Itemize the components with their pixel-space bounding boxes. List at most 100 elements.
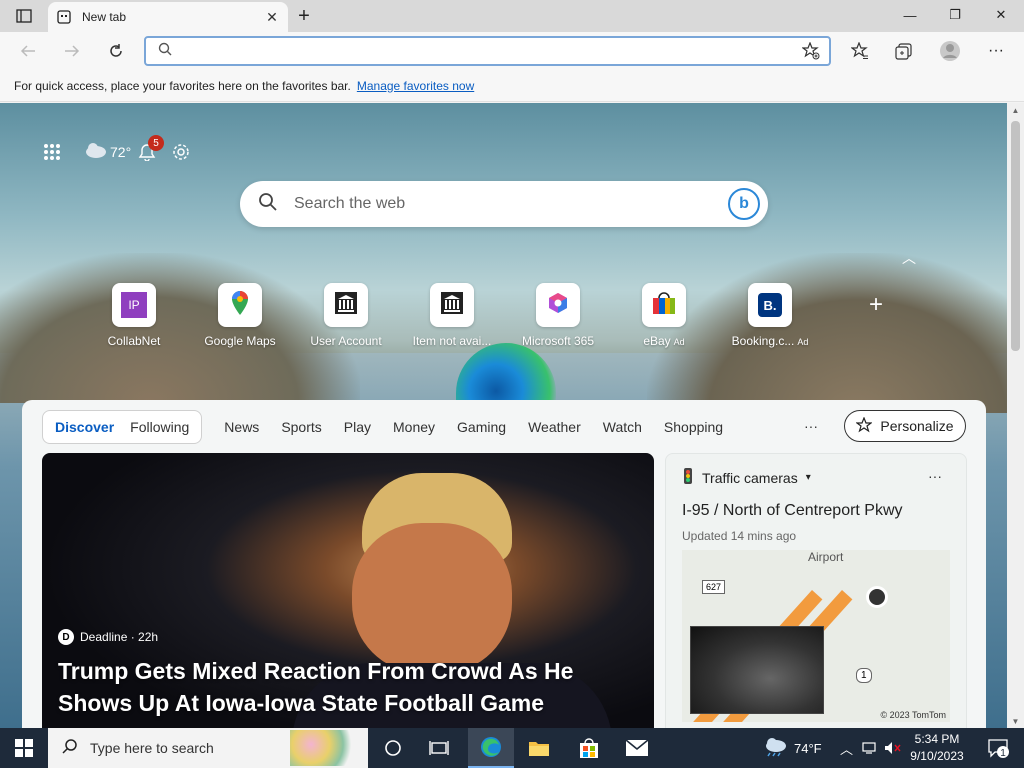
taskbar-search[interactable]: Type here to search bbox=[48, 728, 368, 768]
web-search-box[interactable]: Search the web b bbox=[240, 181, 768, 227]
cortana-icon[interactable] bbox=[370, 728, 416, 768]
taskbar-clock[interactable]: 5:34 PM 9/10/2023 bbox=[904, 731, 970, 765]
favorites-bar-text: For quick access, place your favorites h… bbox=[14, 78, 351, 93]
quick-link-microsoft-365[interactable]: Microsoft 365 bbox=[508, 283, 608, 348]
quick-link-label: eBay bbox=[643, 334, 671, 348]
bing-chat-icon[interactable]: b bbox=[728, 188, 760, 220]
collections-icon[interactable] bbox=[890, 38, 918, 64]
traffic-more-icon[interactable]: ··· bbox=[928, 468, 942, 484]
file-explorer-icon[interactable] bbox=[516, 728, 562, 768]
ebay-bag-icon bbox=[651, 290, 677, 321]
tab-play[interactable]: Play bbox=[344, 419, 371, 435]
tab-gaming[interactable]: Gaming bbox=[457, 419, 506, 435]
map-pin-icon bbox=[230, 290, 250, 321]
feed-nav: Discover Following News Sports Play Mone… bbox=[42, 410, 966, 444]
taskbar-weather[interactable]: 74°F bbox=[762, 728, 822, 768]
camera-pin-icon[interactable] bbox=[866, 586, 888, 608]
favorites-bar: For quick access, place your favorites h… bbox=[0, 70, 1024, 102]
apps-launcher-icon[interactable] bbox=[40, 139, 64, 165]
rain-cloud-icon bbox=[762, 737, 788, 760]
traffic-header-label: Traffic cameras bbox=[702, 469, 798, 486]
quick-link-google-maps[interactable]: Google Maps bbox=[190, 283, 290, 348]
tab-discover[interactable]: Discover bbox=[47, 419, 122, 435]
quick-link-label: Booking.c... bbox=[731, 334, 795, 348]
tab-weather[interactable]: Weather bbox=[528, 419, 581, 435]
address-input[interactable] bbox=[182, 41, 799, 61]
profile-avatar[interactable] bbox=[936, 38, 964, 64]
quick-link-label: CollabNet bbox=[107, 334, 161, 348]
quick-link-ebay[interactable]: eBay Ad bbox=[614, 283, 714, 348]
weather-widget[interactable]: 72° bbox=[84, 139, 131, 165]
close-tab-icon[interactable]: ✕ bbox=[264, 9, 280, 25]
newtab-top-icons: 72° 5 bbox=[40, 135, 193, 165]
ebay-tile bbox=[642, 283, 686, 327]
refresh-button[interactable] bbox=[102, 38, 130, 64]
building-icon bbox=[334, 291, 358, 320]
settings-and-more-icon[interactable]: ··· bbox=[982, 38, 1010, 64]
scrollbar-thumb[interactable] bbox=[1011, 121, 1020, 351]
traffic-header[interactable]: Traffic cameras ▾ bbox=[682, 468, 811, 487]
network-icon[interactable] bbox=[862, 728, 878, 768]
manage-favorites-link[interactable]: Manage favorites now bbox=[357, 79, 474, 93]
road-shield: 627 bbox=[702, 580, 726, 594]
feed-mode-toggle: Discover Following bbox=[42, 410, 203, 444]
page-scrollbar[interactable]: ▲ ▼ bbox=[1007, 103, 1024, 728]
cloud-icon bbox=[84, 141, 108, 164]
google-maps-tile bbox=[218, 283, 262, 327]
address-bar[interactable] bbox=[144, 36, 831, 66]
close-window-button[interactable]: ✕ bbox=[978, 0, 1024, 30]
volume-muted-icon[interactable] bbox=[884, 728, 902, 768]
collabnet-tile: IP bbox=[112, 283, 156, 327]
tab-title: New tab bbox=[82, 10, 127, 24]
traffic-light-icon bbox=[682, 468, 694, 487]
edge-taskbar-icon[interactable] bbox=[468, 728, 514, 768]
minimize-button[interactable]: — bbox=[887, 0, 933, 30]
personalize-label: Personalize bbox=[880, 418, 954, 434]
tab-shopping[interactable]: Shopping bbox=[664, 419, 723, 435]
new-tab-button[interactable]: + bbox=[292, 4, 316, 28]
traffic-cameras-card: Traffic cameras ▾ ··· I-95 / North of Ce… bbox=[665, 453, 967, 728]
tab-sports[interactable]: Sports bbox=[281, 419, 321, 435]
add-favorite-icon[interactable] bbox=[799, 39, 823, 63]
tab-news[interactable]: News bbox=[224, 419, 259, 435]
tab-new-tab[interactable]: New tab ✕ bbox=[48, 2, 288, 32]
action-center-icon[interactable]: 1 bbox=[978, 728, 1018, 768]
taskbar-weather-temp: 74°F bbox=[794, 740, 822, 756]
hero-image-face bbox=[352, 523, 512, 673]
quick-link-user-account[interactable]: User Account bbox=[296, 283, 396, 348]
scroll-up-arrow-icon[interactable]: ▲ bbox=[1007, 103, 1024, 117]
hero-article-card[interactable]: D Deadline · 22h Trump Gets Mixed Reacti… bbox=[42, 453, 654, 728]
page-settings-gear-icon[interactable] bbox=[169, 139, 193, 165]
tab-money[interactable]: Money bbox=[393, 419, 435, 435]
back-button[interactable] bbox=[14, 38, 42, 64]
mail-icon[interactable] bbox=[614, 728, 660, 768]
quick-link-item-not-available[interactable]: Item not avai... bbox=[402, 283, 502, 348]
article-source-text: Deadline · 22h bbox=[80, 630, 159, 644]
taskbar: Type here to search 74°F ︿ 5:34 PM 9/10/… bbox=[0, 728, 1024, 768]
favorites-icon[interactable] bbox=[846, 38, 874, 64]
feed-more-icon[interactable]: ··· bbox=[804, 418, 818, 434]
weather-temp: 72° bbox=[110, 144, 132, 160]
quick-link-collabnet[interactable]: IP CollabNet bbox=[84, 283, 184, 348]
forward-button[interactable] bbox=[58, 38, 86, 64]
tab-following[interactable]: Following bbox=[122, 419, 197, 435]
article-source: D Deadline · 22h bbox=[58, 629, 158, 645]
add-site-plus-icon[interactable]: + bbox=[864, 291, 888, 318]
restore-button[interactable]: ❐ bbox=[932, 0, 978, 30]
article-headline[interactable]: Trump Gets Mixed Reaction From Crowd As … bbox=[58, 655, 618, 719]
personalize-button[interactable]: Personalize bbox=[844, 410, 966, 442]
search-icon bbox=[158, 42, 172, 61]
camera-snapshot[interactable] bbox=[690, 626, 824, 714]
chevron-up-icon[interactable]: ︿ bbox=[902, 248, 916, 268]
ad-badge: Ad bbox=[797, 337, 809, 347]
traffic-map[interactable]: Airport 627 1 © 2023 TomTom bbox=[682, 550, 950, 722]
task-view-icon[interactable] bbox=[416, 728, 462, 768]
scroll-down-arrow-icon[interactable]: ▼ bbox=[1007, 714, 1024, 728]
tab-watch[interactable]: Watch bbox=[603, 419, 642, 435]
tab-actions-icon[interactable] bbox=[8, 6, 40, 26]
microsoft-store-icon[interactable] bbox=[566, 728, 612, 768]
windows-start-icon[interactable] bbox=[0, 728, 48, 768]
quick-link-label: Item not avai... bbox=[412, 334, 492, 348]
show-hidden-icons-chevron-up-icon[interactable]: ︿ bbox=[840, 728, 853, 768]
quick-link-booking[interactable]: B. Booking.c... Ad bbox=[720, 283, 820, 348]
